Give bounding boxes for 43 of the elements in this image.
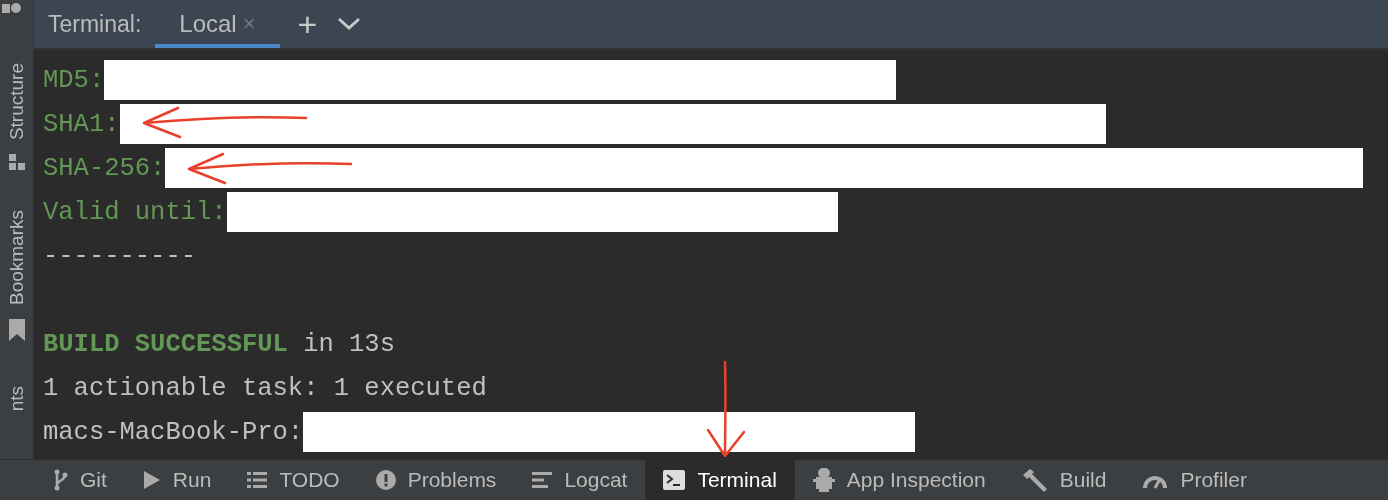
terminal-text: SHA1:	[43, 109, 120, 139]
tool-window-button[interactable]: Run	[124, 460, 230, 500]
tab-label: Build	[1059, 468, 1107, 493]
bookmark-icon	[8, 319, 25, 342]
terminal-text: ----------	[43, 241, 197, 271]
structure-icon	[8, 154, 25, 171]
shapes-icon[interactable]	[2, 0, 22, 14]
tool-window-button[interactable]: Profiler	[1124, 460, 1265, 500]
panel-title: Terminal:	[48, 10, 142, 38]
add-tab-button[interactable]: +	[297, 7, 318, 41]
warning-icon	[375, 470, 396, 491]
tool-window-button[interactable]: App Inspection	[794, 460, 1004, 500]
tab-label: Profiler	[1180, 468, 1247, 493]
tool-window-button[interactable]: Logcat	[514, 460, 646, 500]
terminal-tab[interactable]: Local ×	[155, 0, 280, 48]
tab-label: TODO	[279, 468, 340, 493]
tool-window-tab[interactable]: nts	[5, 386, 28, 412]
terminal-text: Valid until:	[43, 197, 227, 227]
tool-window-tab[interactable]: Structure	[5, 63, 28, 141]
tool-window-button[interactable]: TODO	[229, 460, 358, 500]
terminal-text: SHA-256:	[43, 153, 166, 183]
terminal-text: BUILD SUCCESSFUL in 13s	[43, 329, 395, 359]
list-icon	[247, 471, 268, 490]
tab-label: Logcat	[564, 468, 628, 493]
branch-icon	[54, 469, 68, 492]
tool-window-button[interactable]: Build	[1003, 460, 1125, 500]
lines-icon	[532, 472, 553, 489]
terminal-text: MD5:	[43, 65, 105, 95]
robot-icon	[812, 468, 835, 493]
terminal-text: macs-MacBook-Pro:	[43, 417, 304, 447]
tab-label: App Inspection	[846, 468, 986, 493]
tab-label: Problems	[407, 468, 497, 493]
tool-window-button[interactable]: Git	[36, 460, 125, 500]
tool-window-tab[interactable]: Bookmarks	[5, 210, 28, 306]
terminal-icon	[663, 470, 686, 491]
chevron-icon[interactable]	[337, 17, 362, 31]
hammer-icon	[1021, 468, 1048, 493]
tab-label: Run	[172, 468, 212, 493]
tab-label: Terminal	[697, 468, 777, 493]
terminal-text: 1 actionable task: 1 executed	[43, 373, 487, 403]
play-icon	[142, 470, 161, 491]
tool-window-button[interactable]: Problems	[357, 460, 515, 500]
tab-label: Git	[80, 468, 107, 493]
